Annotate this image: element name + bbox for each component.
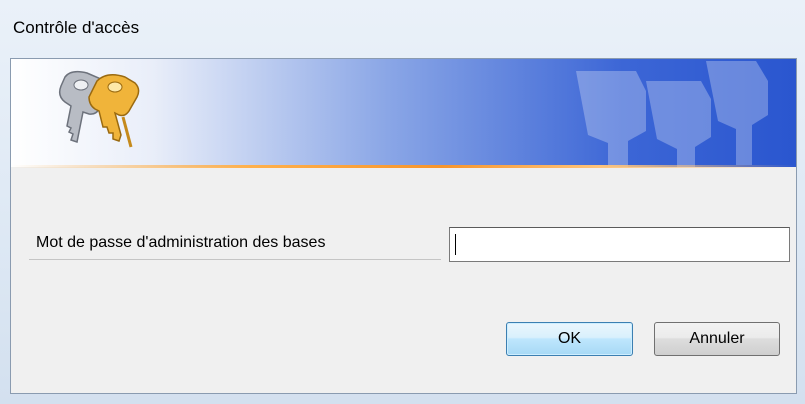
password-input[interactable] (449, 227, 790, 262)
cancel-button[interactable]: Annuler (654, 322, 780, 356)
password-label: Mot de passe d'administration des bases (36, 234, 326, 251)
dialog-window: Contrôle d'accès Mot de passe d'administ… (0, 0, 805, 404)
banner-accent-line (11, 165, 796, 168)
label-divider (29, 259, 441, 260)
window-title: Contrôle d'accès (13, 18, 140, 37)
text-caret (455, 234, 456, 255)
ok-button[interactable]: OK (506, 322, 633, 356)
dialog-client-area: Mot de passe d'administration des bases … (10, 58, 797, 394)
keys-watermark-icon (576, 61, 768, 167)
title-bar[interactable]: Contrôle d'accès (0, 0, 805, 58)
header-banner (11, 59, 796, 167)
keys-icon (58, 70, 140, 148)
